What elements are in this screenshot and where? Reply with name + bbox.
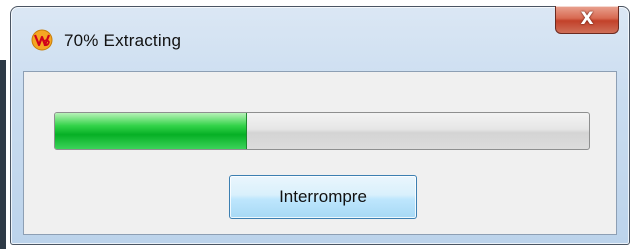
window-title: 70% Extracting — [64, 31, 182, 50]
close-button[interactable]: X — [555, 6, 619, 34]
extract-progress-dialog: 70% Extracting X Interrompre — [10, 6, 630, 245]
background-window-edge — [0, 60, 6, 249]
progress-fill — [55, 113, 248, 149]
title-bar[interactable]: 70% Extracting X — [11, 6, 629, 71]
extraction-progress-bar — [54, 112, 590, 150]
close-icon: X — [580, 9, 594, 29]
app-logo-icon — [31, 29, 53, 51]
dialog-content: Interrompre — [23, 71, 617, 235]
interrupt-button[interactable]: Interrompre — [229, 175, 417, 219]
